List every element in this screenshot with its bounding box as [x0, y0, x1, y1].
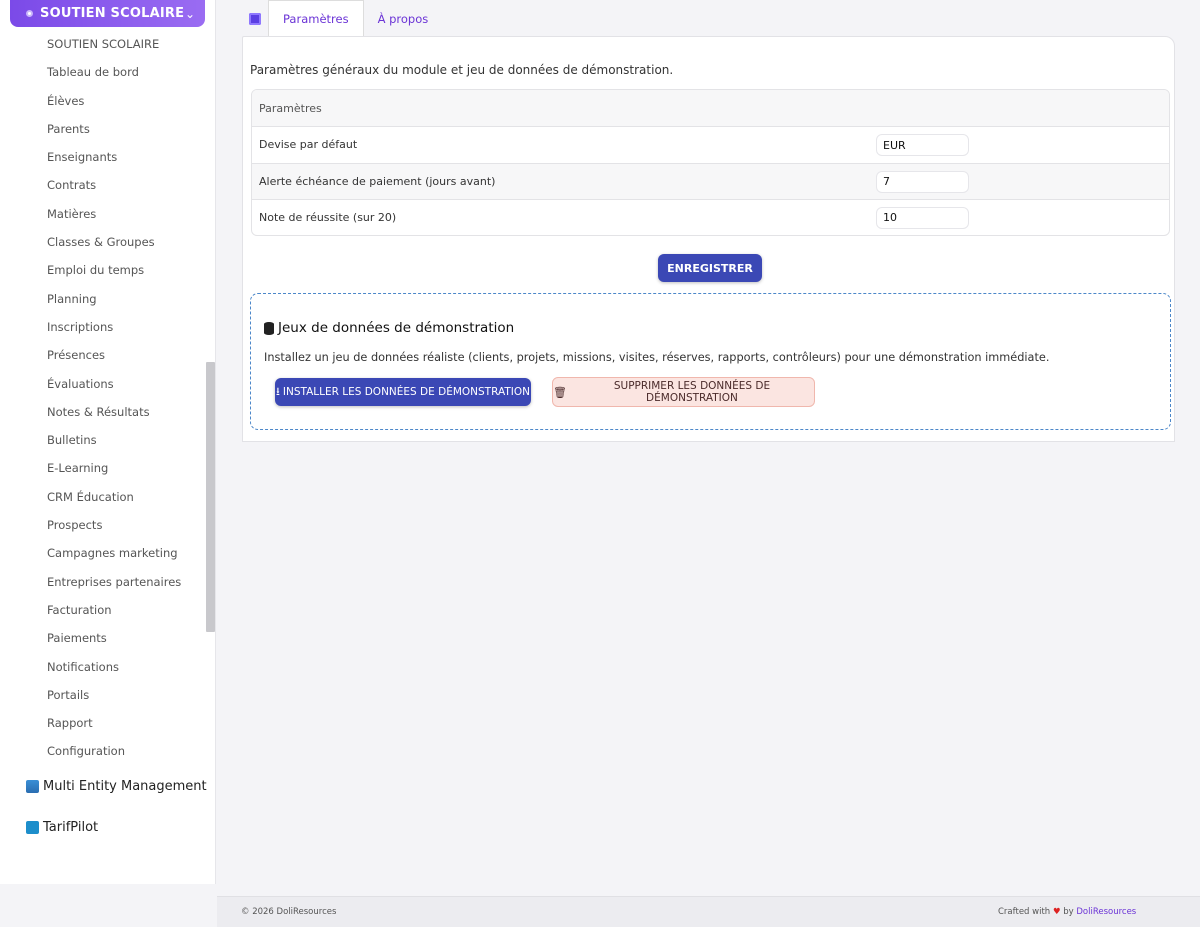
sidebar-menu: SOUTIEN SCOLAIRE Tableau de bord Élèves …	[47, 33, 181, 769]
sidebar-item-classes-groupes[interactable]: Classes & Groupes	[47, 231, 181, 259]
sidebar-item-e-learning[interactable]: E-Learning	[47, 457, 181, 485]
demo-title-text: Jeux de données de démonstration	[278, 320, 515, 336]
sidebar-bottom	[0, 884, 216, 927]
sidebar-item-facturation[interactable]: Facturation	[47, 599, 181, 627]
sidebar-item-configuration[interactable]: Configuration	[47, 740, 181, 768]
sidebar-item-inscriptions[interactable]: Inscriptions	[47, 316, 181, 344]
params-header-label: Paramètres	[259, 101, 322, 115]
sidebar-item-bulletins[interactable]: Bulletins	[47, 429, 181, 457]
credit-text: Crafted with ♥ by DoliResources	[998, 907, 1136, 917]
intro-text: Paramètres généraux du module et jeu de …	[250, 63, 674, 77]
sidebar-item-evaluations[interactable]: Évaluations	[47, 373, 181, 401]
param-row-note-reussite: Note de réussite (sur 20)	[252, 198, 1169, 235]
sidebar-item-prospects[interactable]: Prospects	[47, 514, 181, 542]
sidebar: SOUTIEN SCOLAIRE ⌄ SOUTIEN SCOLAIRE Tabl…	[0, 0, 216, 884]
trash-icon: 🗑	[553, 385, 567, 399]
sidebar-scrollbar[interactable]	[206, 362, 215, 632]
param-row-devise: Devise par défaut	[252, 126, 1169, 162]
module-label: TarifPilot	[43, 820, 99, 835]
module-tarifpilot[interactable]: TarifPilot	[26, 820, 98, 835]
module-title: SOUTIEN SCOLAIRE	[40, 6, 185, 21]
delete-demo-label: SUPPRIMER LES DONNÉES DE DÉMONSTRATION	[613, 380, 771, 404]
demo-description: Installez un jeu de données réaliste (cl…	[264, 351, 1050, 364]
save-button[interactable]: ENREGISTRER	[658, 254, 762, 282]
heart-icon: ♥	[1052, 907, 1061, 917]
module-tab-icon	[242, 0, 268, 37]
tab-bar: Paramètres À propos	[242, 0, 442, 37]
sidebar-item-crm-education[interactable]: CRM Éducation	[47, 486, 181, 514]
crafted-by: by	[1063, 907, 1074, 917]
doliresources-link[interactable]: DoliResources	[1076, 907, 1136, 917]
sidebar-item-campagnes-marketing[interactable]: Campagnes marketing	[47, 542, 181, 570]
sidebar-item-rapport[interactable]: Rapport	[47, 712, 181, 740]
module-multi-entity-management[interactable]: Multi Entity Management	[26, 779, 207, 794]
demo-title: Jeux de données de démonstration	[264, 320, 514, 336]
param-label: Note de réussite (sur 20)	[259, 211, 397, 225]
sidebar-item-contrats[interactable]: Contrats	[47, 174, 181, 202]
sidebar-item-notes-resultats[interactable]: Notes & Résultats	[47, 401, 181, 429]
sidebar-item-portails[interactable]: Portails	[47, 684, 181, 712]
copyright-text: © 2026 DoliResources	[241, 907, 337, 917]
sidebar-item-entreprises-partenaires[interactable]: Entreprises partenaires	[47, 571, 181, 599]
sidebar-item-planning[interactable]: Planning	[47, 288, 181, 316]
database-icon	[264, 321, 274, 335]
module-dot-icon	[26, 10, 33, 17]
install-demo-button[interactable]: ⭳ INSTALLER LES DONNÉES DE DÉMONSTRATION	[275, 378, 531, 406]
tarifpilot-icon	[26, 821, 39, 834]
tab-a-propos[interactable]: À propos	[364, 0, 443, 37]
sidebar-item-parents[interactable]: Parents	[47, 118, 181, 146]
note-reussite-input[interactable]	[876, 206, 969, 229]
delete-demo-button[interactable]: 🗑 SUPPRIMER LES DONNÉES DE DÉMONSTRATION	[552, 377, 815, 407]
sidebar-item-notifications[interactable]: Notifications	[47, 656, 181, 684]
download-icon: ⭳	[276, 384, 280, 398]
alerte-jours-input[interactable]	[876, 170, 969, 193]
sidebar-item-enseignants[interactable]: Enseignants	[47, 146, 181, 174]
sidebar-item-soutien-scolaire[interactable]: SOUTIEN SCOLAIRE	[47, 33, 181, 61]
sidebar-item-presences[interactable]: Présences	[47, 344, 181, 372]
multi-entity-icon	[26, 780, 39, 793]
params-table-header: Paramètres	[252, 90, 1169, 127]
params-table: Paramètres Devise par défaut Alerte éché…	[251, 89, 1170, 237]
install-demo-label: INSTALLER LES DONNÉES DE DÉMONSTRATION	[282, 386, 530, 398]
settings-panel: Paramètres généraux du module et jeu de …	[242, 36, 1175, 442]
module-label: Multi Entity Management	[43, 779, 207, 794]
demo-data-box: Jeux de données de démonstration Install…	[250, 293, 1171, 430]
module-header-soutien-scolaire[interactable]: SOUTIEN SCOLAIRE ⌄	[10, 0, 205, 27]
sidebar-item-matieres[interactable]: Matières	[47, 203, 181, 231]
sidebar-item-emploi-du-temps[interactable]: Emploi du temps	[47, 259, 181, 287]
sidebar-item-tableau-de-bord[interactable]: Tableau de bord	[47, 61, 181, 89]
devise-input[interactable]	[876, 134, 969, 157]
sidebar-item-eleves[interactable]: Élèves	[47, 90, 181, 118]
tab-parametres[interactable]: Paramètres	[268, 0, 364, 37]
footer: © 2026 DoliResources Crafted with ♥ by D…	[217, 896, 1200, 927]
crafted-prefix: Crafted with	[998, 907, 1051, 917]
chevron-down-icon[interactable]: ⌄	[185, 7, 195, 21]
param-label: Devise par défaut	[259, 138, 358, 152]
param-label: Alerte échéance de paiement (jours avant…	[259, 174, 496, 188]
sidebar-item-paiements[interactable]: Paiements	[47, 627, 181, 655]
param-row-alerte: Alerte échéance de paiement (jours avant…	[252, 162, 1169, 199]
